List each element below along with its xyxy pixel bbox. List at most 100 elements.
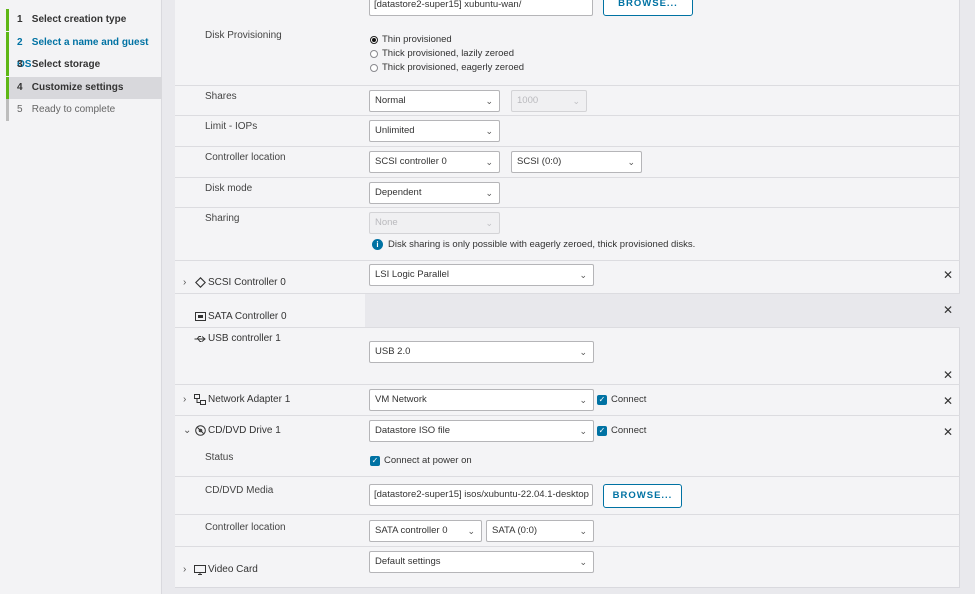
chevron-down-icon: ⌄ bbox=[579, 395, 587, 405]
chevron-down-icon: ⌄ bbox=[467, 526, 475, 536]
checkbox-checked-icon[interactable]: ✓ bbox=[370, 455, 380, 466]
chevron-down-icon: ⌄ bbox=[579, 426, 587, 436]
disk-sharing-select: None ⌄ bbox=[369, 212, 500, 234]
network-adapter-header[interactable]: › Network Adapter 1 bbox=[183, 394, 290, 405]
network-adapter-row: › Network Adapter 1 VM Network ⌄ ✓ Connect… bbox=[175, 385, 960, 416]
checkbox-label: Connect bbox=[611, 425, 647, 436]
radio-label: Thick provisioned, lazily zeroed bbox=[382, 48, 515, 59]
cdrom-media-row: CD/DVD Media [datastore2-super15] isos/x… bbox=[175, 477, 960, 515]
step-label: Ready to complete bbox=[31, 104, 116, 115]
disk-provisioning-row: Disk Provisioning Thin provisioned Thick… bbox=[175, 24, 960, 86]
select-value: Datastore ISO file bbox=[375, 425, 450, 436]
monitor-icon bbox=[193, 564, 207, 575]
wizard-step-4[interactable]: 4 Customize settings bbox=[6, 77, 162, 99]
usb-icon bbox=[193, 335, 207, 343]
step-number: 1 bbox=[17, 14, 23, 25]
cdrom-type-select[interactable]: Datastore ISO file ⌄ bbox=[369, 420, 594, 442]
scsi-controller-row: › SCSI Controller 0 LSI Logic Parallel ⌄ … bbox=[175, 261, 960, 294]
chevron-down-icon: ⌄ bbox=[579, 270, 587, 280]
sharing-info-text: Disk sharing is only possible with eager… bbox=[388, 239, 696, 250]
chevron-down-icon[interactable]: ⌄ bbox=[183, 425, 193, 436]
disk-mode-row: Disk mode Dependent ⌄ bbox=[175, 178, 960, 208]
chevron-right-icon[interactable]: › bbox=[183, 277, 193, 288]
sata-value-area bbox=[365, 294, 960, 327]
checkbox-checked-icon[interactable]: ✓ bbox=[597, 425, 607, 436]
cdrom-media-input[interactable]: [datastore2-super15] isos/xubuntu-22.04.… bbox=[369, 484, 593, 506]
scsi-controller-icon bbox=[193, 277, 207, 288]
cdrom-status-label: Status bbox=[205, 452, 234, 463]
disk-mode-label: Disk mode bbox=[205, 183, 253, 194]
chevron-down-icon: ⌄ bbox=[572, 96, 580, 106]
step-indicator bbox=[6, 77, 9, 99]
close-icon[interactable]: ✕ bbox=[943, 394, 953, 408]
select-value: SATA (0:0) bbox=[492, 525, 538, 536]
scsi-controller-header[interactable]: › SCSI Controller 0 bbox=[183, 277, 286, 288]
disk-slot-select[interactable]: SCSI (0:0) ⌄ bbox=[511, 151, 642, 173]
radio-thick-lazy[interactable]: Thick provisioned, lazily zeroed bbox=[370, 48, 514, 59]
disk-mode-select[interactable]: Dependent ⌄ bbox=[369, 182, 500, 204]
wizard-step-5[interactable]: 5 Ready to complete bbox=[6, 99, 162, 121]
select-value: LSI Logic Parallel bbox=[375, 269, 449, 280]
limit-iops-select[interactable]: Unlimited ⌄ bbox=[369, 120, 500, 142]
chevron-down-icon: ⌄ bbox=[627, 157, 635, 167]
checkbox-checked-icon[interactable]: ✓ bbox=[597, 394, 607, 405]
video-card-select[interactable]: Default settings ⌄ bbox=[369, 551, 594, 573]
wizard-step-2[interactable]: 2 Select a name and guest OS bbox=[6, 32, 162, 70]
radio-button[interactable] bbox=[370, 49, 378, 58]
chevron-right-icon[interactable]: › bbox=[183, 564, 193, 575]
step-indicator bbox=[6, 99, 9, 121]
network-select[interactable]: VM Network ⌄ bbox=[369, 389, 594, 411]
close-icon[interactable]: ✕ bbox=[943, 368, 953, 382]
chevron-down-icon: ⌄ bbox=[579, 526, 587, 536]
step-number: 2 bbox=[17, 37, 23, 48]
cdrom-connect-checkbox[interactable]: ✓ Connect bbox=[597, 425, 646, 436]
radio-thin[interactable]: Thin provisioned bbox=[370, 34, 452, 45]
browse-label: BROWSE... bbox=[612, 490, 673, 501]
disk-file-input[interactable]: [datastore2-super15] xubuntu-wan/ bbox=[369, 0, 593, 16]
video-card-row: › Video Card Default settings ⌄ bbox=[175, 547, 960, 582]
close-icon[interactable]: ✕ bbox=[943, 268, 953, 282]
cdrom-header[interactable]: ⌄ CD/DVD Drive 1 bbox=[183, 425, 281, 436]
cdrom-status-row: Status ✓ Connect at power on bbox=[175, 446, 960, 477]
chevron-down-icon: ⌄ bbox=[485, 188, 493, 198]
disk-sharing-row: Sharing None ⌄ i Disk sharing is only pos… bbox=[175, 208, 960, 261]
shares-select[interactable]: Normal ⌄ bbox=[369, 90, 500, 112]
disk-sharing-label: Sharing bbox=[205, 213, 240, 224]
select-value: Unlimited bbox=[375, 125, 415, 136]
cdrom-browse-button[interactable]: BROWSE... bbox=[603, 484, 682, 508]
usb-controller-row: USB controller 1 USB 2.0 ⌄ ✕ bbox=[175, 328, 960, 385]
cdrom-slot-select[interactable]: SATA (0:0) ⌄ bbox=[486, 520, 594, 542]
select-value: SCSI (0:0) bbox=[517, 156, 562, 167]
sata-controller-header: SATA Controller 0 bbox=[183, 311, 287, 322]
usb-controller-select[interactable]: USB 2.0 ⌄ bbox=[369, 341, 594, 363]
scsi-controller-select[interactable]: LSI Logic Parallel ⌄ bbox=[369, 264, 594, 286]
close-icon[interactable]: ✕ bbox=[943, 303, 953, 317]
sharing-info-message: i Disk sharing is only possible with eag… bbox=[372, 239, 695, 250]
video-card-header[interactable]: › Video Card bbox=[183, 564, 258, 575]
disk-file-row: [datastore2-super15] xubuntu-wan/ BROWSE… bbox=[175, 0, 960, 22]
connect-at-power-on-checkbox[interactable]: ✓ Connect at power on bbox=[370, 455, 472, 466]
chevron-down-icon: ⌄ bbox=[485, 96, 493, 106]
chevron-right-icon[interactable]: › bbox=[183, 394, 193, 405]
select-value: SCSI controller 0 bbox=[375, 156, 447, 167]
select-value: Default settings bbox=[375, 556, 441, 567]
disk-controller-select[interactable]: SCSI controller 0 ⌄ bbox=[369, 151, 500, 173]
close-icon[interactable]: ✕ bbox=[943, 425, 953, 439]
shares-number-select: 1000 ⌄ bbox=[511, 90, 587, 112]
wizard-step-1[interactable]: 1 Select creation type bbox=[6, 9, 162, 31]
network-connect-checkbox[interactable]: ✓ Connect bbox=[597, 394, 646, 405]
cdrom-row: ⌄ CD/DVD Drive 1 Datastore ISO file ⌄ ✓ Co… bbox=[175, 416, 960, 446]
step-label: Select creation type bbox=[31, 14, 127, 25]
checkbox-label: Connect bbox=[611, 394, 647, 405]
network-adapter-icon bbox=[193, 394, 207, 405]
usb-controller-label: USB controller 1 bbox=[208, 333, 281, 344]
sata-controller-row: SATA Controller 0 ✕ bbox=[175, 294, 960, 328]
radio-thick-eager[interactable]: Thick provisioned, eagerly zeroed bbox=[370, 62, 524, 73]
disk-browse-button[interactable]: BROWSE... bbox=[603, 0, 693, 16]
info-icon: i bbox=[372, 239, 383, 250]
limit-iops-label: Limit - IOPs bbox=[205, 121, 258, 132]
wizard-step-3[interactable]: 3 Select storage bbox=[6, 54, 162, 76]
radio-button[interactable] bbox=[370, 35, 378, 44]
radio-button[interactable] bbox=[370, 63, 378, 72]
cdrom-controller-select[interactable]: SATA controller 0 ⌄ bbox=[369, 520, 482, 542]
